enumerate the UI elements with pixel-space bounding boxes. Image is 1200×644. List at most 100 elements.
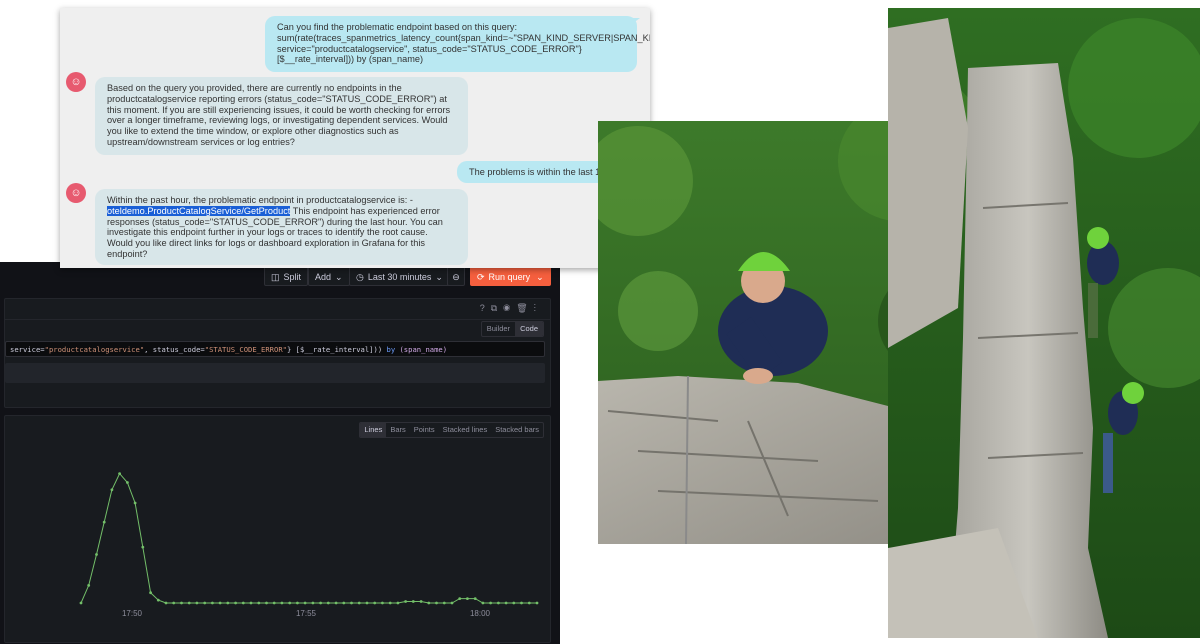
- drag-handle-icon[interactable]: ⋮: [534, 303, 542, 313]
- bubble-tail: [632, 18, 640, 24]
- data-point: [527, 601, 531, 605]
- x-tick-label: 17:50: [122, 609, 143, 618]
- data-point: [126, 481, 129, 484]
- promql-code-input[interactable]: service="productcatalogservice", status_…: [5, 341, 545, 357]
- selected-endpoint-text[interactable]: oteldemo.ProductCatalogService/GetProduc…: [107, 205, 291, 216]
- climbers-on-rock-pillar-image: [888, 8, 1200, 638]
- data-point: [180, 601, 183, 605]
- bot-message: Based on the query you provided, there a…: [95, 77, 468, 155]
- data-point: [342, 601, 346, 605]
- data-point: [95, 553, 98, 556]
- data-point: [481, 601, 485, 605]
- help-icon[interactable]: ?: [480, 303, 491, 313]
- data-point: [450, 601, 454, 605]
- graph-panel: Lines Bars Points Stacked lines Stacked …: [4, 415, 551, 643]
- data-point: [442, 601, 446, 605]
- code-tab[interactable]: Code: [515, 322, 543, 336]
- chat-window: Can you find the problematic endpoint ba…: [60, 8, 650, 268]
- data-point: [102, 520, 106, 524]
- data-point: [535, 601, 539, 605]
- data-point: [257, 601, 261, 605]
- data-point: [226, 601, 230, 605]
- clock-icon: ◷: [356, 272, 364, 282]
- x-tick-label: 18:00: [470, 609, 491, 618]
- data-point: [195, 601, 199, 605]
- user-message: Can you find the problematic endpoint ba…: [265, 16, 650, 72]
- duplicate-icon[interactable]: ⧉: [491, 303, 503, 313]
- data-point: [311, 601, 315, 605]
- time-series-chart: 17:50 17:55 18:00: [79, 472, 539, 618]
- data-point: [489, 601, 492, 605]
- data-point: [365, 601, 369, 605]
- editor-mode-toggle: Builder Code: [480, 321, 544, 337]
- data-point: [87, 584, 91, 587]
- data-point: [435, 601, 438, 605]
- data-point: [404, 600, 407, 603]
- builder-tab[interactable]: Builder: [482, 322, 515, 336]
- data-point: [272, 601, 276, 605]
- data-point: [79, 601, 83, 605]
- run-query-button[interactable]: ⟳ Run query ⌄: [470, 266, 551, 286]
- data-point: [288, 601, 292, 605]
- data-point: [241, 601, 245, 605]
- query-row-header: ?⧉◉🗑⋮: [5, 299, 550, 320]
- data-point: [357, 601, 361, 605]
- data-point: [334, 601, 338, 605]
- trash-icon[interactable]: 🗑: [516, 303, 533, 313]
- grafana-explore-panel: ◫ Split Add ⌄ ◷ Last 30 minutes ⌄ ⊖ ⟳ Run que…: [0, 262, 560, 644]
- data-point: [172, 601, 176, 605]
- climbing-photo-right: [888, 8, 1200, 638]
- data-point: [234, 601, 238, 605]
- data-point: [164, 601, 168, 605]
- query-editor: ?⧉◉🗑⋮ Builder Code service="productcatal…: [4, 298, 551, 408]
- data-point: [133, 501, 137, 505]
- data-point: [388, 601, 392, 605]
- bot-avatar-icon: ☺: [66, 183, 86, 203]
- data-point: [520, 601, 523, 605]
- chevron-down-icon: ⌄: [335, 272, 343, 282]
- query-options-row: [5, 363, 545, 383]
- refresh-icon: ⟳: [477, 272, 485, 282]
- data-point: [427, 601, 431, 605]
- chevron-down-icon: ⌄: [536, 272, 544, 282]
- data-point: [187, 601, 191, 605]
- series-line: [80, 472, 537, 604]
- bot-message: Within the past hour, the problematic en…: [95, 189, 468, 265]
- data-point: [350, 601, 353, 605]
- data-point: [303, 601, 307, 605]
- data-point: [149, 591, 153, 595]
- add-button[interactable]: Add ⌄: [308, 266, 350, 286]
- data-point: [296, 601, 299, 605]
- data-point: [458, 597, 462, 600]
- data-point: [396, 601, 400, 605]
- data-point: [473, 597, 477, 600]
- chevron-down-icon: ⌄: [435, 272, 443, 282]
- split-button[interactable]: ◫ Split: [264, 266, 309, 286]
- x-tick-label: 17:55: [296, 609, 317, 618]
- bot-avatar-icon: ☺: [66, 72, 86, 92]
- time-range-picker[interactable]: ◷ Last 30 minutes ⌄: [349, 266, 450, 286]
- zoom-out-button[interactable]: ⊖: [447, 266, 465, 286]
- data-point: [110, 488, 114, 492]
- data-point: [381, 601, 384, 605]
- split-icon: ◫: [271, 272, 280, 282]
- data-point: [319, 601, 322, 605]
- zoom-out-icon: ⊖: [452, 272, 460, 282]
- data-point: [512, 601, 516, 605]
- data-point: [326, 601, 330, 605]
- data-point: [141, 545, 145, 549]
- data-point: [411, 600, 415, 603]
- data-point: [497, 601, 500, 605]
- query-row-actions: ?⧉◉🗑⋮: [480, 303, 542, 314]
- data-point: [419, 600, 423, 603]
- data-point: [249, 601, 253, 605]
- data-point: [373, 601, 377, 605]
- data-point: [218, 601, 222, 605]
- data-point: [211, 601, 214, 605]
- eye-icon[interactable]: ◉: [503, 303, 516, 313]
- data-point: [203, 601, 207, 605]
- data-point: [265, 601, 268, 605]
- data-point: [156, 598, 160, 602]
- data-point: [280, 601, 284, 605]
- data-point: [466, 597, 469, 600]
